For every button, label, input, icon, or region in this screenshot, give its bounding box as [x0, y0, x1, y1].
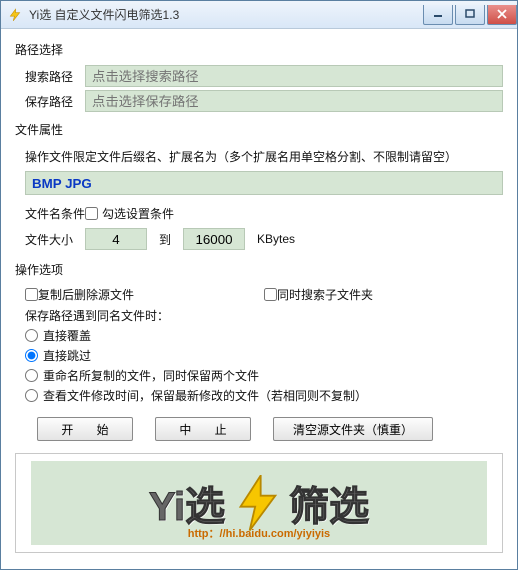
stop-button[interactable]: 中 止	[155, 417, 251, 441]
maximize-button[interactable]	[455, 5, 485, 25]
delete-source-checkbox[interactable]	[25, 288, 38, 301]
ext-hint: 操作文件限定文件后缀名、扩展名为（多个扩展名用单空格分割、不限制请留空）	[25, 148, 503, 165]
client-area: 路径选择 搜索路径 保存路径 文件属性 操作文件限定文件后缀名、扩展名为（多个扩…	[1, 29, 517, 569]
attr-section-title: 文件属性	[15, 121, 503, 138]
radio-overwrite[interactable]: 直接覆盖	[25, 327, 503, 344]
banner-url: http：//hi.baidu.com/yiyiyis	[188, 525, 330, 541]
titlebar[interactable]: Yi选 自定义文件闪电筛选1.3	[1, 1, 517, 29]
name-cond-label: 文件名条件	[25, 205, 85, 222]
clear-button[interactable]: 清空源文件夹（慎重）	[273, 417, 433, 441]
radio-skip[interactable]: 直接跳过	[25, 347, 503, 364]
banner-logo: Yi选 筛选	[149, 474, 369, 532]
banner[interactable]: Yi选 筛选 http：//hi.baidu.com/yiyiyis	[31, 461, 488, 545]
start-button[interactable]: 开 始	[37, 417, 133, 441]
lightning-icon	[235, 475, 279, 531]
banner-right: 筛选	[289, 474, 369, 532]
size-from-input[interactable]	[85, 228, 147, 250]
window-title: Yi选 自定义文件闪电筛选1.3	[29, 6, 421, 23]
search-sub-checkbox[interactable]	[264, 288, 277, 301]
search-path-input[interactable]	[85, 65, 503, 87]
radio-skip-input[interactable]	[25, 349, 38, 362]
radio-mtime-input[interactable]	[25, 389, 38, 402]
close-button[interactable]	[487, 5, 517, 25]
radio-mtime[interactable]: 查看文件修改时间，保留最新修改的文件（若相同则不复制）	[25, 387, 503, 404]
banner-left: Yi选	[149, 474, 225, 532]
search-path-label: 搜索路径	[25, 68, 85, 85]
name-cond-checkbox[interactable]	[85, 207, 98, 220]
delete-source-label: 复制后删除源文件	[38, 286, 134, 303]
radio-rename-input[interactable]	[25, 369, 38, 382]
banner-frame: Yi选 筛选 http：//hi.baidu.com/yiyiyis	[15, 453, 503, 553]
path-section-title: 路径选择	[15, 41, 503, 58]
ext-input[interactable]	[25, 171, 503, 195]
size-label: 文件大小	[25, 231, 85, 248]
size-to-input[interactable]	[183, 228, 245, 250]
search-sub-option[interactable]: 同时搜索子文件夹	[264, 286, 503, 303]
ops-section-title: 操作选项	[15, 261, 503, 278]
search-sub-label: 同时搜索子文件夹	[277, 286, 373, 303]
name-cond-text: 勾选设置条件	[102, 205, 174, 222]
size-unit-label: KBytes	[257, 232, 295, 246]
radio-rename[interactable]: 重命名所复制的文件，同时保留两个文件	[25, 367, 503, 384]
radio-overwrite-input[interactable]	[25, 329, 38, 342]
size-to-label: 到	[159, 231, 171, 248]
delete-source-option[interactable]: 复制后删除源文件	[25, 286, 264, 303]
save-path-label: 保存路径	[25, 93, 85, 110]
save-path-input[interactable]	[85, 90, 503, 112]
samefile-label: 保存路径遇到同名文件时：	[25, 307, 503, 324]
app-window: Yi选 自定义文件闪电筛选1.3 路径选择 搜索路径 保存路径	[0, 0, 518, 570]
app-icon	[7, 7, 23, 23]
minimize-button[interactable]	[423, 5, 453, 25]
